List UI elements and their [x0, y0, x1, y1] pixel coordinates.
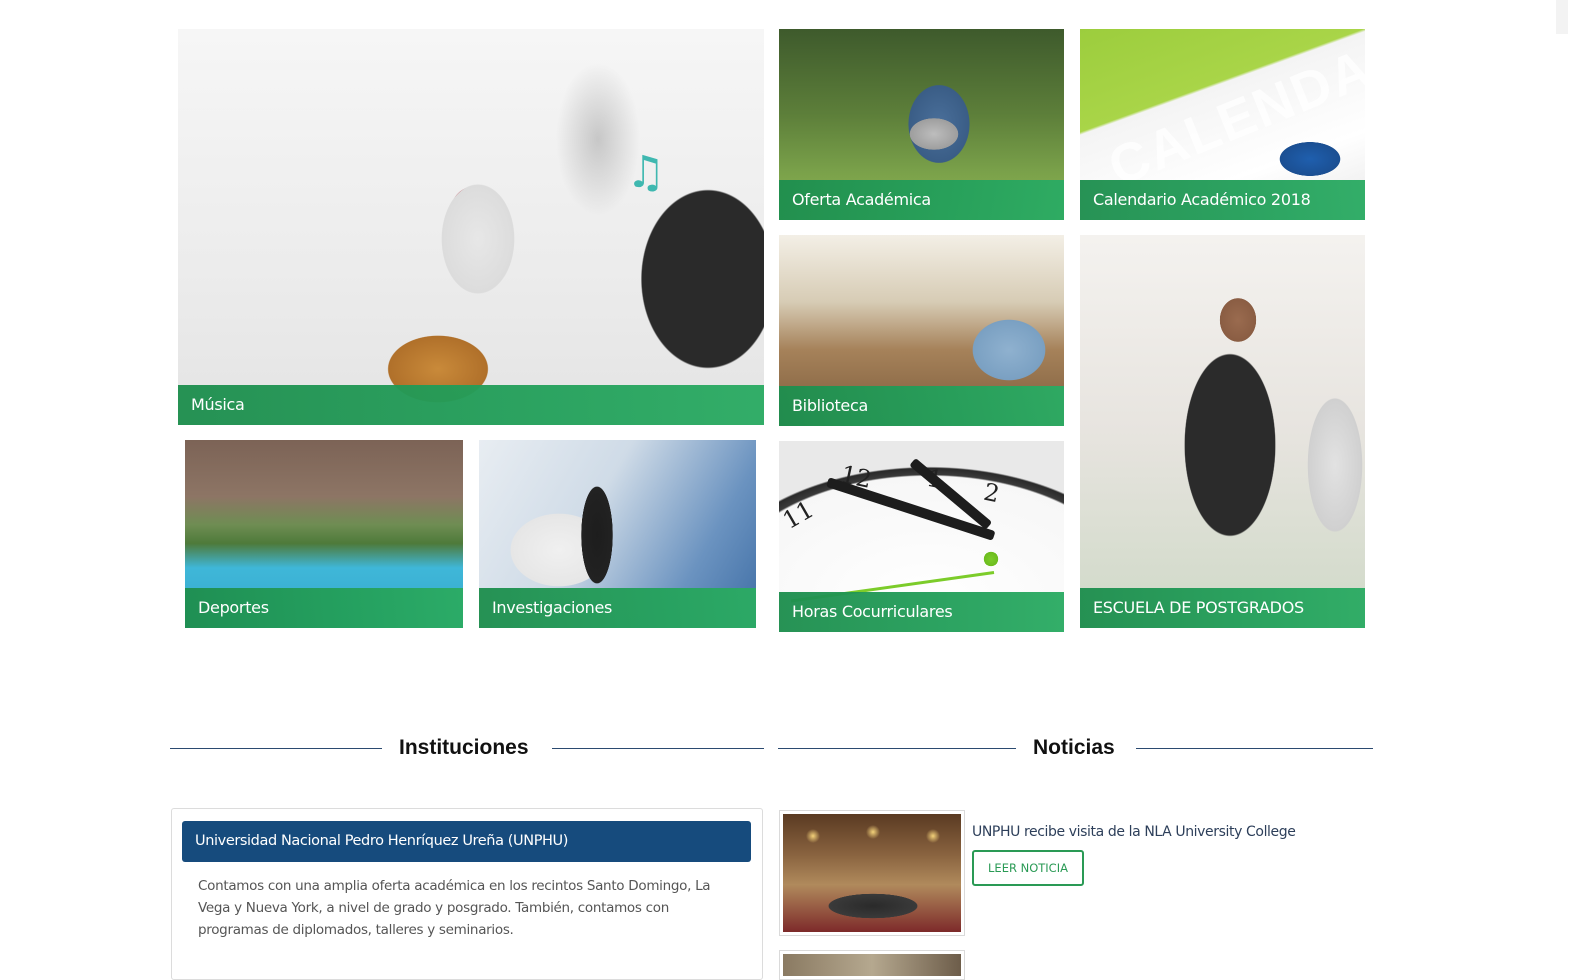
heading-divider: [170, 748, 382, 749]
music-notes-icon: ♫: [626, 147, 666, 198]
tile-label: Calendario Académico 2018: [1093, 190, 1311, 209]
tile-label: Música: [191, 395, 245, 414]
scrollbar-track[interactable]: [1556, 0, 1568, 34]
tile-label: ESCUELA DE POSTGRADOS: [1093, 598, 1304, 617]
news-thumbnail[interactable]: [779, 810, 965, 936]
tile-calendario[interactable]: CALENDAR Calendario Académico 2018: [1080, 29, 1365, 220]
tile-label: Biblioteca: [792, 396, 868, 415]
institution-card: Universidad Nacional Pedro Henríquez Ure…: [171, 808, 763, 980]
instituciones-heading: Instituciones: [170, 736, 764, 762]
section-title: Noticias: [1033, 736, 1115, 759]
tile-label: Oferta Académica: [792, 190, 931, 209]
tile-investigaciones[interactable]: Investigaciones: [479, 440, 756, 628]
tile-deportes[interactable]: Deportes: [185, 440, 463, 628]
tile-label: Investigaciones: [492, 598, 613, 617]
noticias-heading: Noticias: [778, 736, 1373, 762]
tile-label: Horas Cocurriculares: [792, 602, 953, 621]
institution-description: Contamos con una amplia oferta académica…: [198, 878, 711, 938]
tile-biblioteca[interactable]: Biblioteca: [779, 235, 1064, 426]
heading-divider: [778, 748, 1016, 749]
institution-header[interactable]: Universidad Nacional Pedro Henríquez Ure…: [182, 821, 751, 862]
news-thumbnail[interactable]: [779, 950, 965, 980]
heading-divider: [1136, 748, 1373, 749]
read-news-button[interactable]: LEER NOTICIA: [972, 850, 1084, 886]
musica-image: [178, 29, 764, 425]
news-title[interactable]: UNPHU recibe visita de la NLA University…: [972, 824, 1296, 840]
tile-bar: [178, 385, 764, 425]
tile-musica[interactable]: Música ♫: [178, 29, 764, 425]
news-image: [783, 814, 961, 932]
heading-divider: [552, 748, 764, 749]
postgrados-image: [1080, 235, 1365, 628]
tile-escuela-postgrados[interactable]: ESCUELA DE POSTGRADOS: [1080, 235, 1365, 628]
section-title: Instituciones: [399, 736, 529, 759]
tile-label: Deportes: [198, 598, 269, 617]
tile-oferta-academica[interactable]: Oferta Académica: [779, 29, 1064, 220]
news-image: [783, 954, 961, 976]
tile-horas-cocurriculares[interactable]: 12 1 2 11 Horas Cocurriculares: [779, 441, 1064, 632]
